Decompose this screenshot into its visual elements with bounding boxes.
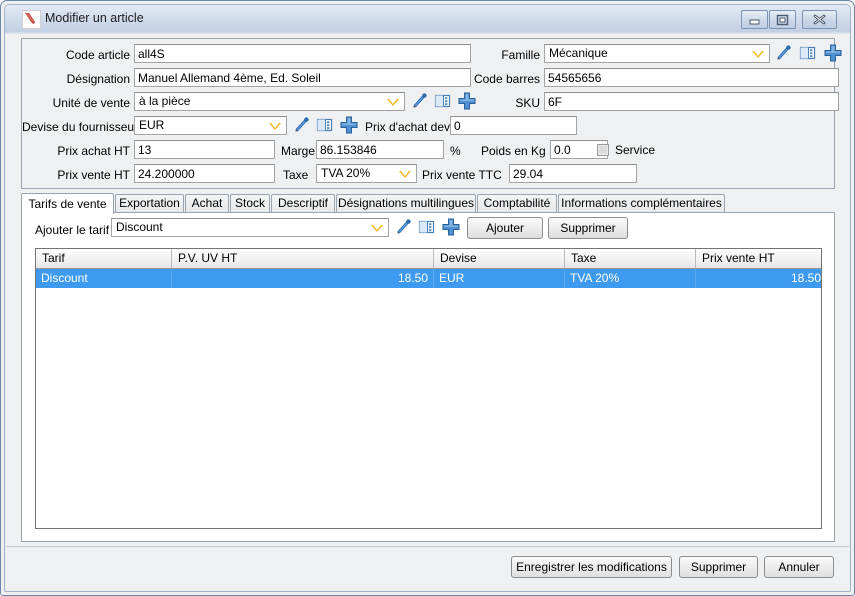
tab-exportation[interactable]: Exportation [115,194,184,213]
prix-achat-devise-input[interactable] [450,116,577,135]
tab-descriptif[interactable]: Descriptif [271,194,335,213]
chevron-down-icon [387,99,399,106]
cell-tarif: Discount [36,269,172,288]
grid-col-devise[interactable]: Devise [434,249,565,268]
unite-pencil-icon[interactable] [411,92,429,110]
tarif-select-value: Discount [116,220,163,234]
famille-select[interactable]: Mécanique [544,44,770,63]
famille-list-icon[interactable] [799,44,817,62]
unite-de-vente-select[interactable]: à la pièce [134,92,405,111]
marge-input[interactable] [316,140,444,159]
pen-nib-icon [22,10,41,29]
delete-button[interactable]: Supprimer [679,556,758,578]
tarif-select[interactable]: Discount [111,218,389,237]
grid-col-taxe[interactable]: Taxe [565,249,696,268]
label-devise-fournisseur: Devise du fournisseur [22,120,139,134]
chevron-down-icon [371,225,383,232]
grid-col-pv-uv-ht[interactable]: P.V. UV HT [172,249,434,268]
code-barres-input[interactable] [544,68,839,87]
label-code-barres: Code barres [473,72,540,86]
maximize-icon[interactable] [769,10,796,29]
service-checkbox-label: Service [615,143,656,157]
devise-plus-icon[interactable] [339,115,358,134]
cell-prix-vente-ht: 18.50 [696,269,821,288]
grid-col-tarif[interactable]: Tarif [36,249,172,268]
tarifs-de-vente-panel: Ajouter le tarif Discount Ajouter Suppri… [21,212,835,542]
famille-pencil-icon[interactable] [775,44,793,62]
unite-plus-icon[interactable] [457,91,476,110]
cell-devise: EUR [434,269,565,288]
taxe-value: TVA 20% [321,166,371,180]
label-prix-achat-ht: Prix achat HT [57,144,130,158]
tab-stock[interactable]: Stock [230,194,270,213]
supprimer-tarif-button[interactable]: Supprimer [548,217,628,239]
label-marge: Marge [281,144,316,158]
sku-input[interactable] [544,92,839,111]
chevron-down-icon [399,171,411,178]
prix-vente-ttc-input[interactable] [509,164,637,183]
prix-achat-ht-input[interactable] [134,140,275,159]
percent-symbol: % [450,144,461,158]
tabstrip: Tarifs de vente Exportation Achat Stock … [21,193,835,214]
label-prix-vente-ttc: Prix vente TTC [422,168,502,182]
dialog-window: Modifier un article Code article all4S F… [0,0,855,596]
unite-list-icon[interactable] [434,92,452,110]
devise-fournisseur-value: EUR [139,118,165,132]
label-ajouter-le-tarif: Ajouter le tarif [35,223,110,237]
label-unite-de-vente: Unité de vente [52,96,130,110]
service-checkbox-box[interactable] [597,144,609,156]
label-poids-en-kg: Poids en Kg [481,144,546,158]
unite-de-vente-value: à la pièce [139,94,191,108]
tarif-pencil-icon[interactable] [395,218,413,236]
label-prix-vente-ht: Prix vente HT [57,168,130,182]
article-form-panel: Code article Famille Mécanique [21,38,842,189]
window-title: Modifier un article [45,11,144,25]
devise-list-icon[interactable] [316,116,334,134]
prix-vente-ht-input[interactable] [134,164,275,183]
tarif-plus-icon[interactable] [441,217,460,236]
tarif-list-icon[interactable] [418,218,436,236]
close-icon[interactable] [802,10,837,29]
tab-comptabilite[interactable]: Comptabilité [477,194,557,213]
footer-divider [6,546,849,547]
label-sku: SKU [515,96,540,110]
cell-taxe: TVA 20% [565,269,696,288]
titlebar[interactable]: Modifier un article [5,5,850,32]
table-row[interactable]: Discount 18.50 EUR TVA 20% 18.50 22.20 [36,269,821,288]
save-button[interactable]: Enregistrer les modifications [511,556,672,578]
tab-achat[interactable]: Achat [185,194,229,213]
grid-header-row: Tarif P.V. UV HT Devise Taxe Prix vente … [36,249,821,269]
devise-fournisseur-select[interactable]: EUR [134,116,287,135]
chevron-down-icon [752,51,764,58]
code-article-input[interactable] [134,44,471,63]
famille-plus-icon[interactable] [823,43,842,62]
cancel-button[interactable]: Annuler [764,556,834,578]
cell-pv-uv-ht: 18.50 [172,269,434,288]
tab-designations-multilingues[interactable]: Désignations multilingues [336,194,476,213]
minimize-icon[interactable] [741,10,768,29]
tarifs-grid[interactable]: Tarif P.V. UV HT Devise Taxe Prix vente … [35,248,822,529]
designation-input[interactable] [134,68,471,87]
tab-informations-complementaires[interactable]: Informations complémentaires [558,194,725,213]
taxe-select[interactable]: TVA 20% [316,164,417,183]
label-code-article: Code article [65,48,130,62]
famille-value: Mécanique [549,46,608,60]
label-taxe: Taxe [283,168,309,182]
grid-col-prix-vente-ht[interactable]: Prix vente HT [696,249,821,268]
tab-tarifs-de-vente[interactable]: Tarifs de vente [21,193,114,214]
label-famille: Famille [501,48,540,62]
label-designation: Désignation [66,72,130,86]
chevron-down-icon [269,123,281,130]
devise-pencil-icon[interactable] [293,116,311,134]
ajouter-button[interactable]: Ajouter [467,217,543,239]
